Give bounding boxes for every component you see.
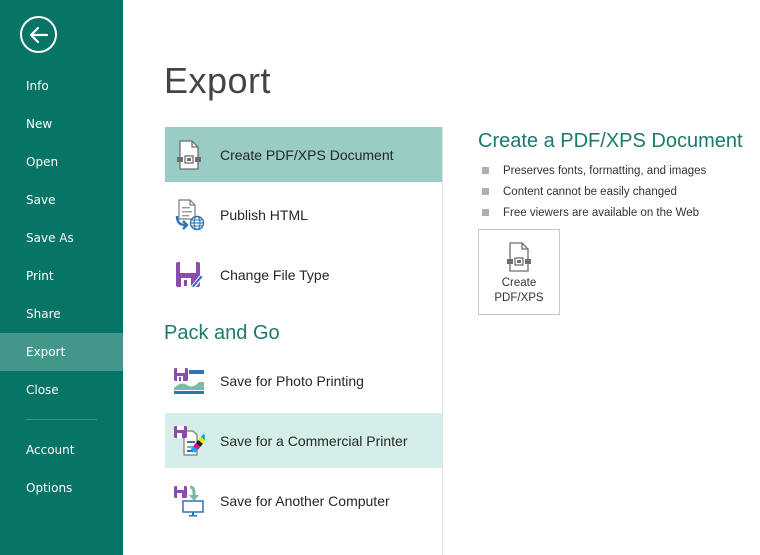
back-arrow-icon (29, 26, 48, 43)
nav-info[interactable]: Info (0, 67, 123, 105)
option-label: Save for a Commercial Printer (220, 432, 408, 449)
option-save-another-computer[interactable]: Save for Another Computer (165, 473, 442, 528)
nav-account[interactable]: Account (0, 431, 123, 469)
nav-save[interactable]: Save (0, 181, 123, 219)
nav-share[interactable]: Share (0, 295, 123, 333)
feature-text: Free viewers are available on the Web (503, 206, 700, 219)
bullet-square-icon (482, 188, 489, 195)
feature-item: Content cannot be easily changed (482, 181, 706, 202)
feature-text: Preserves fonts, formatting, and images (503, 164, 707, 177)
feature-text: Content cannot be easily changed (503, 185, 677, 198)
nav-export[interactable]: Export (0, 333, 123, 371)
pdf-document-icon (503, 240, 535, 274)
commercial-printer-icon (171, 423, 207, 459)
another-computer-icon (171, 483, 207, 519)
option-change-file-type[interactable]: Change File Type (165, 247, 442, 302)
panel-divider (442, 127, 443, 555)
option-publish-html[interactable]: Publish HTML (165, 187, 442, 242)
nav-close[interactable]: Close (0, 371, 123, 409)
bullet-square-icon (482, 209, 489, 216)
nav-divider (26, 419, 97, 420)
option-save-commercial-printer[interactable]: Save for a Commercial Printer (165, 413, 442, 468)
backstage-sidebar: Info New Open Save Save As Print Share E… (0, 0, 123, 555)
bullet-square-icon (482, 167, 489, 174)
pack-and-go-heading: Pack and Go (164, 322, 280, 344)
nav-options[interactable]: Options (0, 469, 123, 507)
photo-printing-icon (171, 363, 207, 399)
create-pdf-xps-button-label: Create PDF/XPS (494, 276, 543, 306)
feature-list: Preserves fonts, formatting, and images … (482, 160, 706, 223)
change-file-type-icon (171, 257, 207, 293)
back-button[interactable] (20, 16, 57, 53)
pdf-document-icon (171, 137, 207, 173)
option-label: Publish HTML (220, 206, 308, 223)
nav-new[interactable]: New (0, 105, 123, 143)
button-label-line2: PDF/XPS (494, 292, 544, 304)
option-label: Change File Type (220, 266, 330, 283)
option-label: Save for Photo Printing (220, 372, 364, 389)
option-create-pdf-xps[interactable]: Create PDF/XPS Document (165, 127, 442, 182)
option-save-photo-printing[interactable]: Save for Photo Printing (165, 353, 442, 408)
button-label-line1: Create (501, 277, 537, 289)
option-label: Create PDF/XPS Document (220, 146, 394, 163)
create-pdf-xps-button[interactable]: Create PDF/XPS (478, 229, 560, 315)
feature-item: Free viewers are available on the Web (482, 202, 706, 223)
publish-html-icon (171, 197, 207, 233)
nav-open[interactable]: Open (0, 143, 123, 181)
nav-print[interactable]: Print (0, 257, 123, 295)
nav-save-as[interactable]: Save As (0, 219, 123, 257)
page-title: Export (164, 60, 272, 101)
feature-item: Preserves fonts, formatting, and images (482, 160, 706, 181)
option-label: Save for Another Computer (220, 492, 390, 509)
detail-title: Create a PDF/XPS Document (478, 130, 743, 152)
